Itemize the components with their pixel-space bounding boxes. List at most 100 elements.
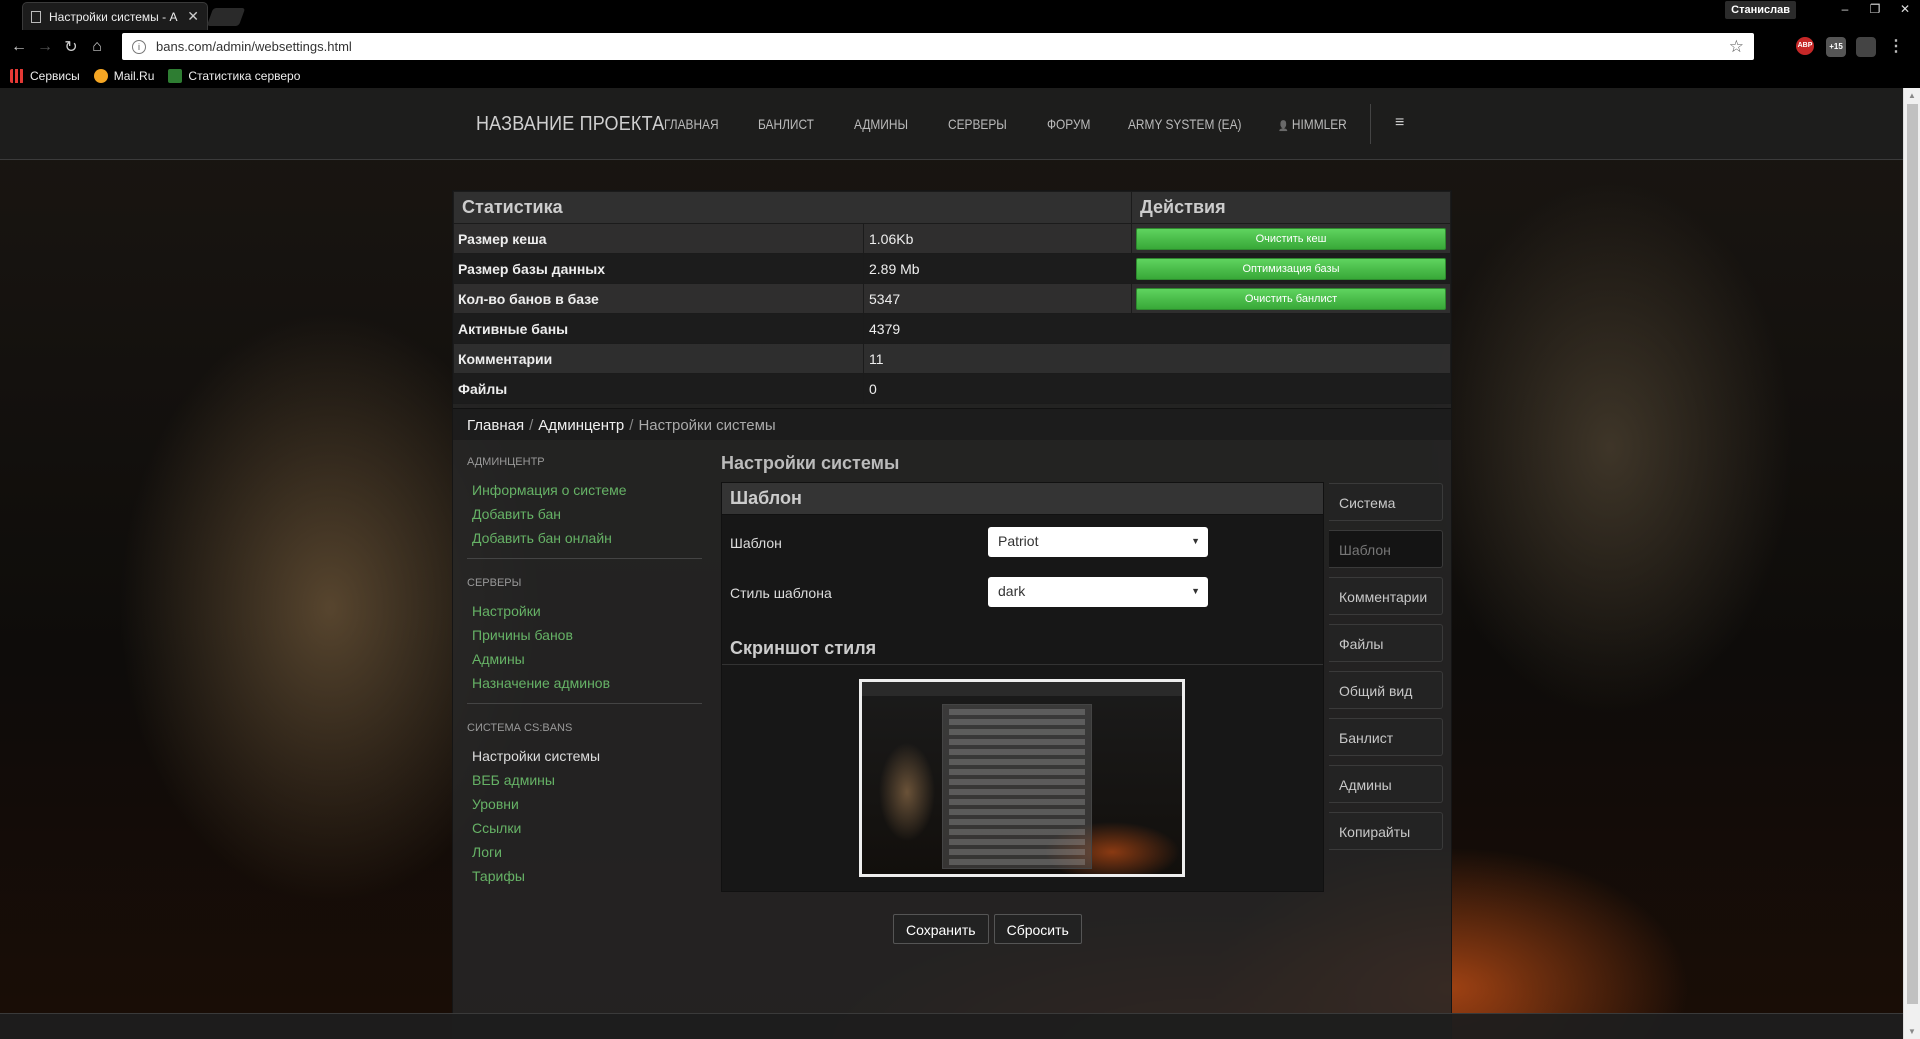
sidebar-group-title: СЕРВЕРЫ — [467, 577, 522, 589]
stats-favicon-icon — [168, 69, 183, 83]
profile-button[interactable]: Станислав — [1725, 1, 1796, 19]
info-icon[interactable]: i — [132, 39, 146, 54]
breadcrumb-admin[interactable]: Админцентр — [538, 417, 624, 434]
sidebar: АДМИНЦЕНТР Информация о системе Добавить… — [467, 456, 707, 888]
adblock-extension-icon[interactable]: ABP — [1796, 37, 1814, 55]
action-cell: Оптимизация базы — [1131, 253, 1451, 284]
sidebar-group-title: АДМИНЦЕНТР — [467, 456, 545, 468]
bookmark-services[interactable]: Сервисы — [10, 69, 80, 83]
stat-value: 0 — [863, 373, 1451, 404]
optimize-db-button[interactable]: Оптимизация базы — [1136, 257, 1446, 280]
address-bar[interactable]: i bans.com/admin/websettings.html ☆ — [122, 33, 1754, 60]
sidebar-item-web-admins[interactable]: ВЕБ админы — [467, 768, 707, 792]
stat-value: 2.89 Mb — [863, 253, 1132, 284]
clear-banlist-button[interactable]: Очистить банлист — [1136, 287, 1446, 310]
tab-copyrights[interactable]: Копирайты — [1329, 812, 1443, 850]
sidebar-item-add-ban[interactable]: Добавить бан — [467, 502, 707, 526]
scroll-up-icon[interactable]: ▲ — [1908, 91, 1916, 100]
chevron-down-icon: ▼ — [1191, 586, 1200, 596]
forward-icon[interactable]: → — [32, 38, 58, 56]
new-tab-button[interactable] — [206, 8, 246, 26]
sidebar-item-links[interactable]: Ссылки — [467, 816, 707, 840]
bookmark-stats[interactable]: Статистика серверо — [168, 69, 300, 83]
sidebar-item-system-settings[interactable]: Настройки системы — [467, 744, 707, 768]
reset-button[interactable]: Сбросить — [993, 914, 1082, 944]
minimize-button[interactable]: – — [1830, 0, 1860, 18]
sidebar-item-server-settings[interactable]: Настройки — [467, 599, 707, 623]
page-icon — [31, 10, 41, 23]
stat-value: 1.06Kb — [863, 223, 1132, 254]
action-cell: Очистить банлист — [1131, 283, 1451, 314]
stat-label: Размер базы данных — [453, 253, 864, 284]
sidebar-item-ban-reasons[interactable]: Причины банов — [467, 623, 707, 647]
sidebar-item-system-info[interactable]: Информация о системе — [467, 478, 707, 502]
browser-menu-icon[interactable]: ⋮ — [1886, 37, 1906, 57]
stat-label: Файлы — [453, 373, 864, 404]
site-brand[interactable]: НАЗВАНИЕ ПРОЕКТА — [476, 113, 664, 136]
back-icon[interactable]: ← — [6, 38, 32, 56]
extension-icon[interactable] — [1856, 37, 1876, 57]
tab-template[interactable]: Шаблон — [1329, 530, 1443, 568]
scroll-down-icon[interactable]: ▼ — [1908, 1027, 1916, 1036]
breadcrumb-home[interactable]: Главная — [467, 417, 524, 434]
browser-tab[interactable]: Настройки системы - А ✕ — [22, 2, 208, 30]
style-select[interactable]: dark ▼ — [988, 577, 1208, 607]
menu-item-banlist[interactable]: БАНЛИСТ — [758, 116, 814, 132]
screenshot-title: Скриншот стиля — [722, 633, 1323, 665]
tab-admins[interactable]: Админы — [1329, 765, 1443, 803]
extension-badge-icon[interactable]: +15 — [1826, 37, 1846, 57]
sidebar-item-logs[interactable]: Логи — [467, 840, 707, 864]
settings-tabs: Система Шаблон Комментарии Файлы Общий в… — [1329, 483, 1443, 859]
table-row: Комментарии 11 — [453, 343, 1451, 374]
tab-system[interactable]: Система — [1329, 483, 1443, 521]
bookmark-mailru[interactable]: Mail.Ru — [93, 69, 155, 83]
tab-banlist[interactable]: Банлист — [1329, 718, 1443, 756]
mailru-icon — [93, 69, 108, 83]
table-row: Активные баны 4379 — [453, 313, 1451, 344]
scrollbar-thumb[interactable] — [1907, 104, 1918, 1004]
panel-title: Шаблон — [722, 483, 1323, 515]
stat-label: Активные баны — [453, 313, 864, 344]
tab-appearance[interactable]: Общий вид — [1329, 671, 1443, 709]
bookmark-label: Mail.Ru — [113, 69, 155, 83]
window-controls: – ❐ ✕ — [1830, 0, 1920, 18]
reload-icon[interactable]: ↻ — [58, 37, 84, 57]
site-navbar: НАЗВАНИЕ ПРОЕКТА ГЛАВНАЯ БАНЛИСТ АДМИНЫ … — [0, 88, 1903, 160]
user-menu[interactable]: 👤 HIMMLER — [1278, 116, 1347, 132]
bookmark-label: Сервисы — [30, 69, 80, 83]
menu-item-admins[interactable]: АДМИНЫ — [854, 116, 908, 132]
breadcrumb-separator: / — [529, 417, 534, 434]
tab-comments[interactable]: Комментарии — [1329, 577, 1443, 615]
browser-toolbar: ← → ↻ ⌂ i bans.com/admin/websettings.htm… — [0, 30, 1920, 64]
style-screenshot-image — [859, 679, 1185, 877]
sidebar-item-add-ban-online[interactable]: Добавить бан онлайн — [467, 526, 707, 550]
page-scrollbar[interactable]: ▲ ▼ — [1903, 88, 1920, 1039]
close-tab-icon[interactable]: ✕ — [187, 8, 199, 25]
menu-item-servers[interactable]: СЕРВЕРЫ — [948, 116, 1007, 132]
tab-title: Настройки системы - А — [49, 9, 178, 24]
stats-header: Статистика — [453, 191, 1132, 224]
save-button[interactable]: Сохранить — [893, 914, 989, 944]
home-icon[interactable]: ⌂ — [84, 38, 110, 56]
menu-item-forum[interactable]: ФОРУМ — [1047, 116, 1090, 132]
stat-value: 11 — [863, 343, 1451, 374]
user-icon: 👤 — [1278, 121, 1289, 132]
template-select[interactable]: Patriot ▼ — [988, 527, 1208, 557]
sidebar-item-levels[interactable]: Уровни — [467, 792, 707, 816]
sidebar-item-assign-admins[interactable]: Назначение админов — [467, 671, 707, 695]
sidebar-item-server-admins[interactable]: Админы — [467, 647, 707, 671]
clear-cache-button[interactable]: Очистить кеш — [1136, 227, 1446, 250]
bookmark-star-icon[interactable]: ☆ — [1729, 37, 1744, 57]
close-window-button[interactable]: ✕ — [1890, 0, 1920, 18]
stat-label: Кол-во банов в базе — [453, 283, 864, 314]
tab-files[interactable]: Файлы — [1329, 624, 1443, 662]
menu-item-home[interactable]: ГЛАВНАЯ — [664, 116, 719, 132]
sidebar-item-tariffs[interactable]: Тарифы — [467, 864, 707, 888]
restore-button[interactable]: ❐ — [1860, 0, 1890, 18]
menu-item-army-system[interactable]: ARMY SYSTEM (EA) — [1128, 116, 1242, 132]
action-cell: Очистить кеш — [1131, 223, 1451, 254]
url-text[interactable]: bans.com/admin/websettings.html — [156, 39, 1729, 54]
template-select-value: Patriot — [998, 533, 1039, 549]
actions-header: Действия — [1131, 191, 1451, 224]
hamburger-menu-icon[interactable]: ≡ — [1395, 114, 1404, 132]
